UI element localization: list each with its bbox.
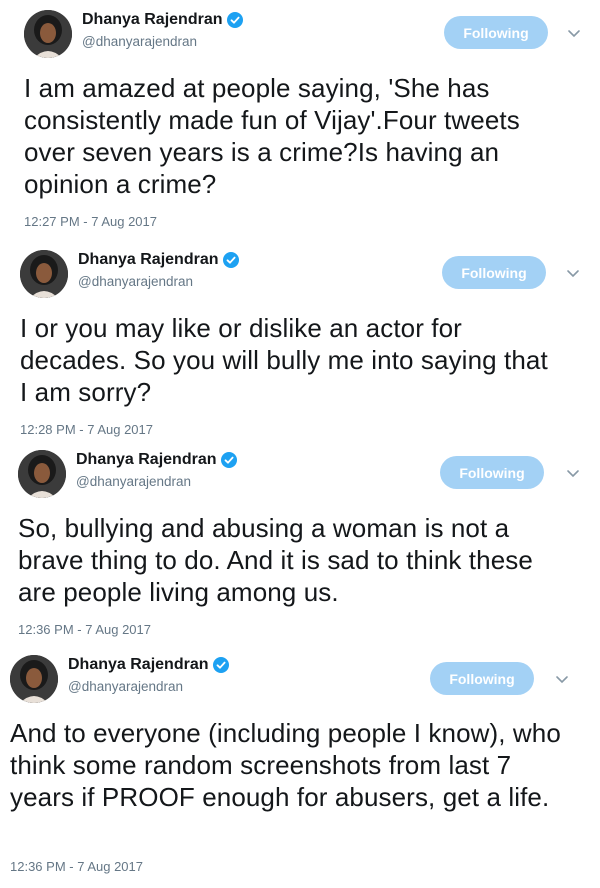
timestamp[interactable]: 12:27 PM - 7 Aug 2017 (24, 214, 157, 229)
tweet-text: I or you may like or dislike an actor fo… (20, 313, 548, 407)
verified-badge-icon (221, 452, 238, 468)
chevron-down-icon[interactable] (567, 26, 581, 40)
author-block: Dhanya Rajendran @dhanyarajendran (68, 657, 230, 694)
following-button[interactable]: Following (430, 662, 534, 695)
verified-badge-icon (227, 12, 244, 28)
display-name[interactable]: Dhanya Rajendran (76, 452, 216, 468)
following-button[interactable]: Following (440, 456, 544, 489)
timestamp[interactable]: 12:28 PM - 7 Aug 2017 (20, 422, 153, 437)
following-button[interactable]: Following (442, 256, 546, 289)
handle[interactable]: @dhanyarajendran (78, 275, 239, 289)
chevron-down-icon[interactable] (555, 672, 569, 686)
author-block: Dhanya Rajendran @dhanyarajendran (76, 452, 238, 489)
handle[interactable]: @dhanyarajendran (76, 475, 237, 489)
handle[interactable]: @dhanyarajendran (82, 35, 243, 49)
avatar[interactable] (10, 655, 58, 703)
chevron-down-icon[interactable] (566, 266, 580, 280)
tweet-text: And to everyone (including people I know… (10, 718, 561, 812)
author-block: Dhanya Rajendran @dhanyarajendran (78, 252, 240, 289)
display-name[interactable]: Dhanya Rajendran (68, 657, 208, 673)
verified-badge-icon (223, 252, 240, 268)
chevron-down-icon[interactable] (566, 466, 580, 480)
display-name[interactable]: Dhanya Rajendran (82, 12, 222, 28)
author-block: Dhanya Rajendran @dhanyarajendran (82, 12, 244, 49)
following-button[interactable]: Following (444, 16, 548, 49)
timestamp[interactable]: 12:36 PM - 7 Aug 2017 (18, 622, 151, 637)
handle[interactable]: @dhanyarajendran (68, 680, 229, 694)
display-name[interactable]: Dhanya Rajendran (78, 252, 218, 268)
timestamp[interactable]: 12:36 PM - 7 Aug 2017 (10, 859, 143, 874)
avatar[interactable] (20, 250, 68, 298)
avatar[interactable] (24, 10, 72, 58)
avatar[interactable] (18, 450, 66, 498)
tweet-text: So, bullying and abusing a woman is not … (18, 513, 533, 607)
verified-badge-icon (213, 657, 230, 673)
tweet-text: I am amazed at people saying, 'She has c… (24, 73, 520, 199)
